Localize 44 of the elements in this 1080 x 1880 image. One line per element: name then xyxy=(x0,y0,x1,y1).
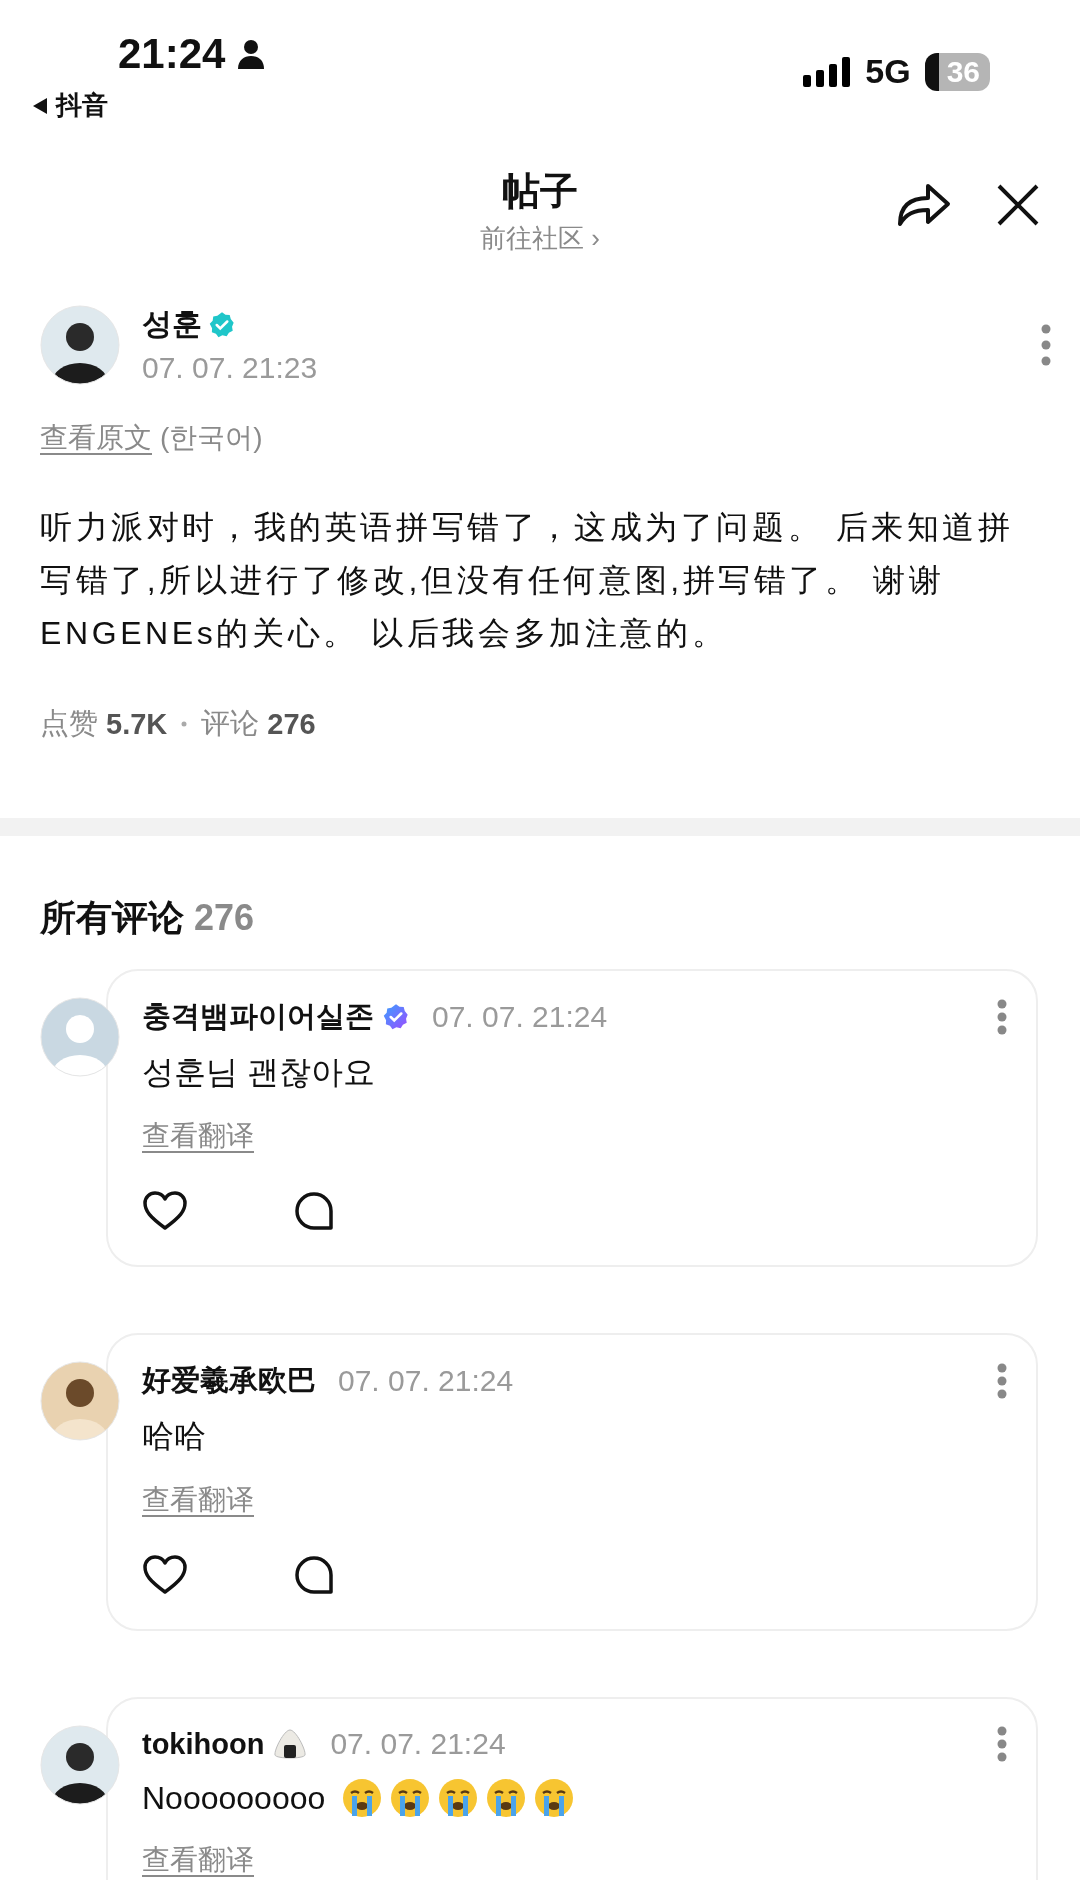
post-body: 听力派对时，我的英语拼写错了，这成为了问题。 后来知道拼写错了,所以进行了修改,但没有任何意图,拼写错了。 谢谢ENGENEs的关心。 以后我会多加注意的。 xyxy=(40,508,1015,653)
close-icon[interactable] xyxy=(996,183,1040,227)
crying-face-icon xyxy=(437,1777,480,1819)
like-heart-icon[interactable] xyxy=(142,1555,188,1595)
comment-text: 성훈님 괜찮아요 xyxy=(142,1053,375,1092)
battery-indicator: 36 xyxy=(924,52,990,91)
comment-text: Nooooooooo xyxy=(142,1779,326,1817)
crying-face-icon xyxy=(341,1777,384,1819)
commenter-name[interactable]: 好爱羲承欧巴 xyxy=(142,1361,316,1401)
section-title: 所有评论 xyxy=(40,896,184,940)
network-label: 5G xyxy=(865,52,911,91)
comment-time: 07. 07. 21:24 xyxy=(330,1727,507,1761)
page-title: 帖子 xyxy=(502,169,578,214)
crying-face-icon xyxy=(533,1777,576,1819)
verified-badge-icon xyxy=(382,1003,410,1031)
comment-count: 276 xyxy=(194,897,255,939)
clock-time: 21:24 xyxy=(118,30,226,78)
comment-time: 07. 07. 21:24 xyxy=(432,1000,609,1034)
back-app-label[interactable]: 抖音 xyxy=(56,88,108,123)
author-name[interactable]: 성훈 xyxy=(142,304,202,345)
commenter-name[interactable]: tokihoon xyxy=(142,1727,265,1761)
more-options-icon[interactable] xyxy=(996,1725,1008,1763)
reply-bubble-icon[interactable] xyxy=(294,1555,334,1595)
crying-face-icon xyxy=(389,1777,432,1819)
more-options-icon[interactable] xyxy=(996,1362,1008,1400)
likes-label: 点赞 xyxy=(40,706,98,741)
more-options-icon[interactable] xyxy=(996,998,1008,1036)
signal-icon xyxy=(803,56,852,87)
reply-bubble-icon[interactable] xyxy=(294,1191,334,1231)
comment-time: 07. 07. 21:24 xyxy=(338,1364,515,1398)
language-label: (한국어) xyxy=(160,421,263,455)
person-icon xyxy=(237,39,266,69)
crying-face-icon xyxy=(485,1777,528,1819)
back-arrow-icon[interactable] xyxy=(32,96,48,115)
more-options-icon[interactable] xyxy=(1040,322,1052,367)
like-heart-icon[interactable] xyxy=(142,1191,188,1231)
comments-label: 评论 xyxy=(201,706,260,741)
commenter-name[interactable]: 충격뱀파이어실존 xyxy=(142,997,374,1037)
comments-count: 276 xyxy=(267,707,316,741)
likes-count: 5.7K xyxy=(106,707,168,741)
separator-dot-icon xyxy=(181,721,188,727)
post-time: 07. 07. 21:23 xyxy=(142,351,319,385)
share-icon[interactable] xyxy=(896,182,952,228)
comment-text: 哈哈 xyxy=(142,1417,206,1456)
